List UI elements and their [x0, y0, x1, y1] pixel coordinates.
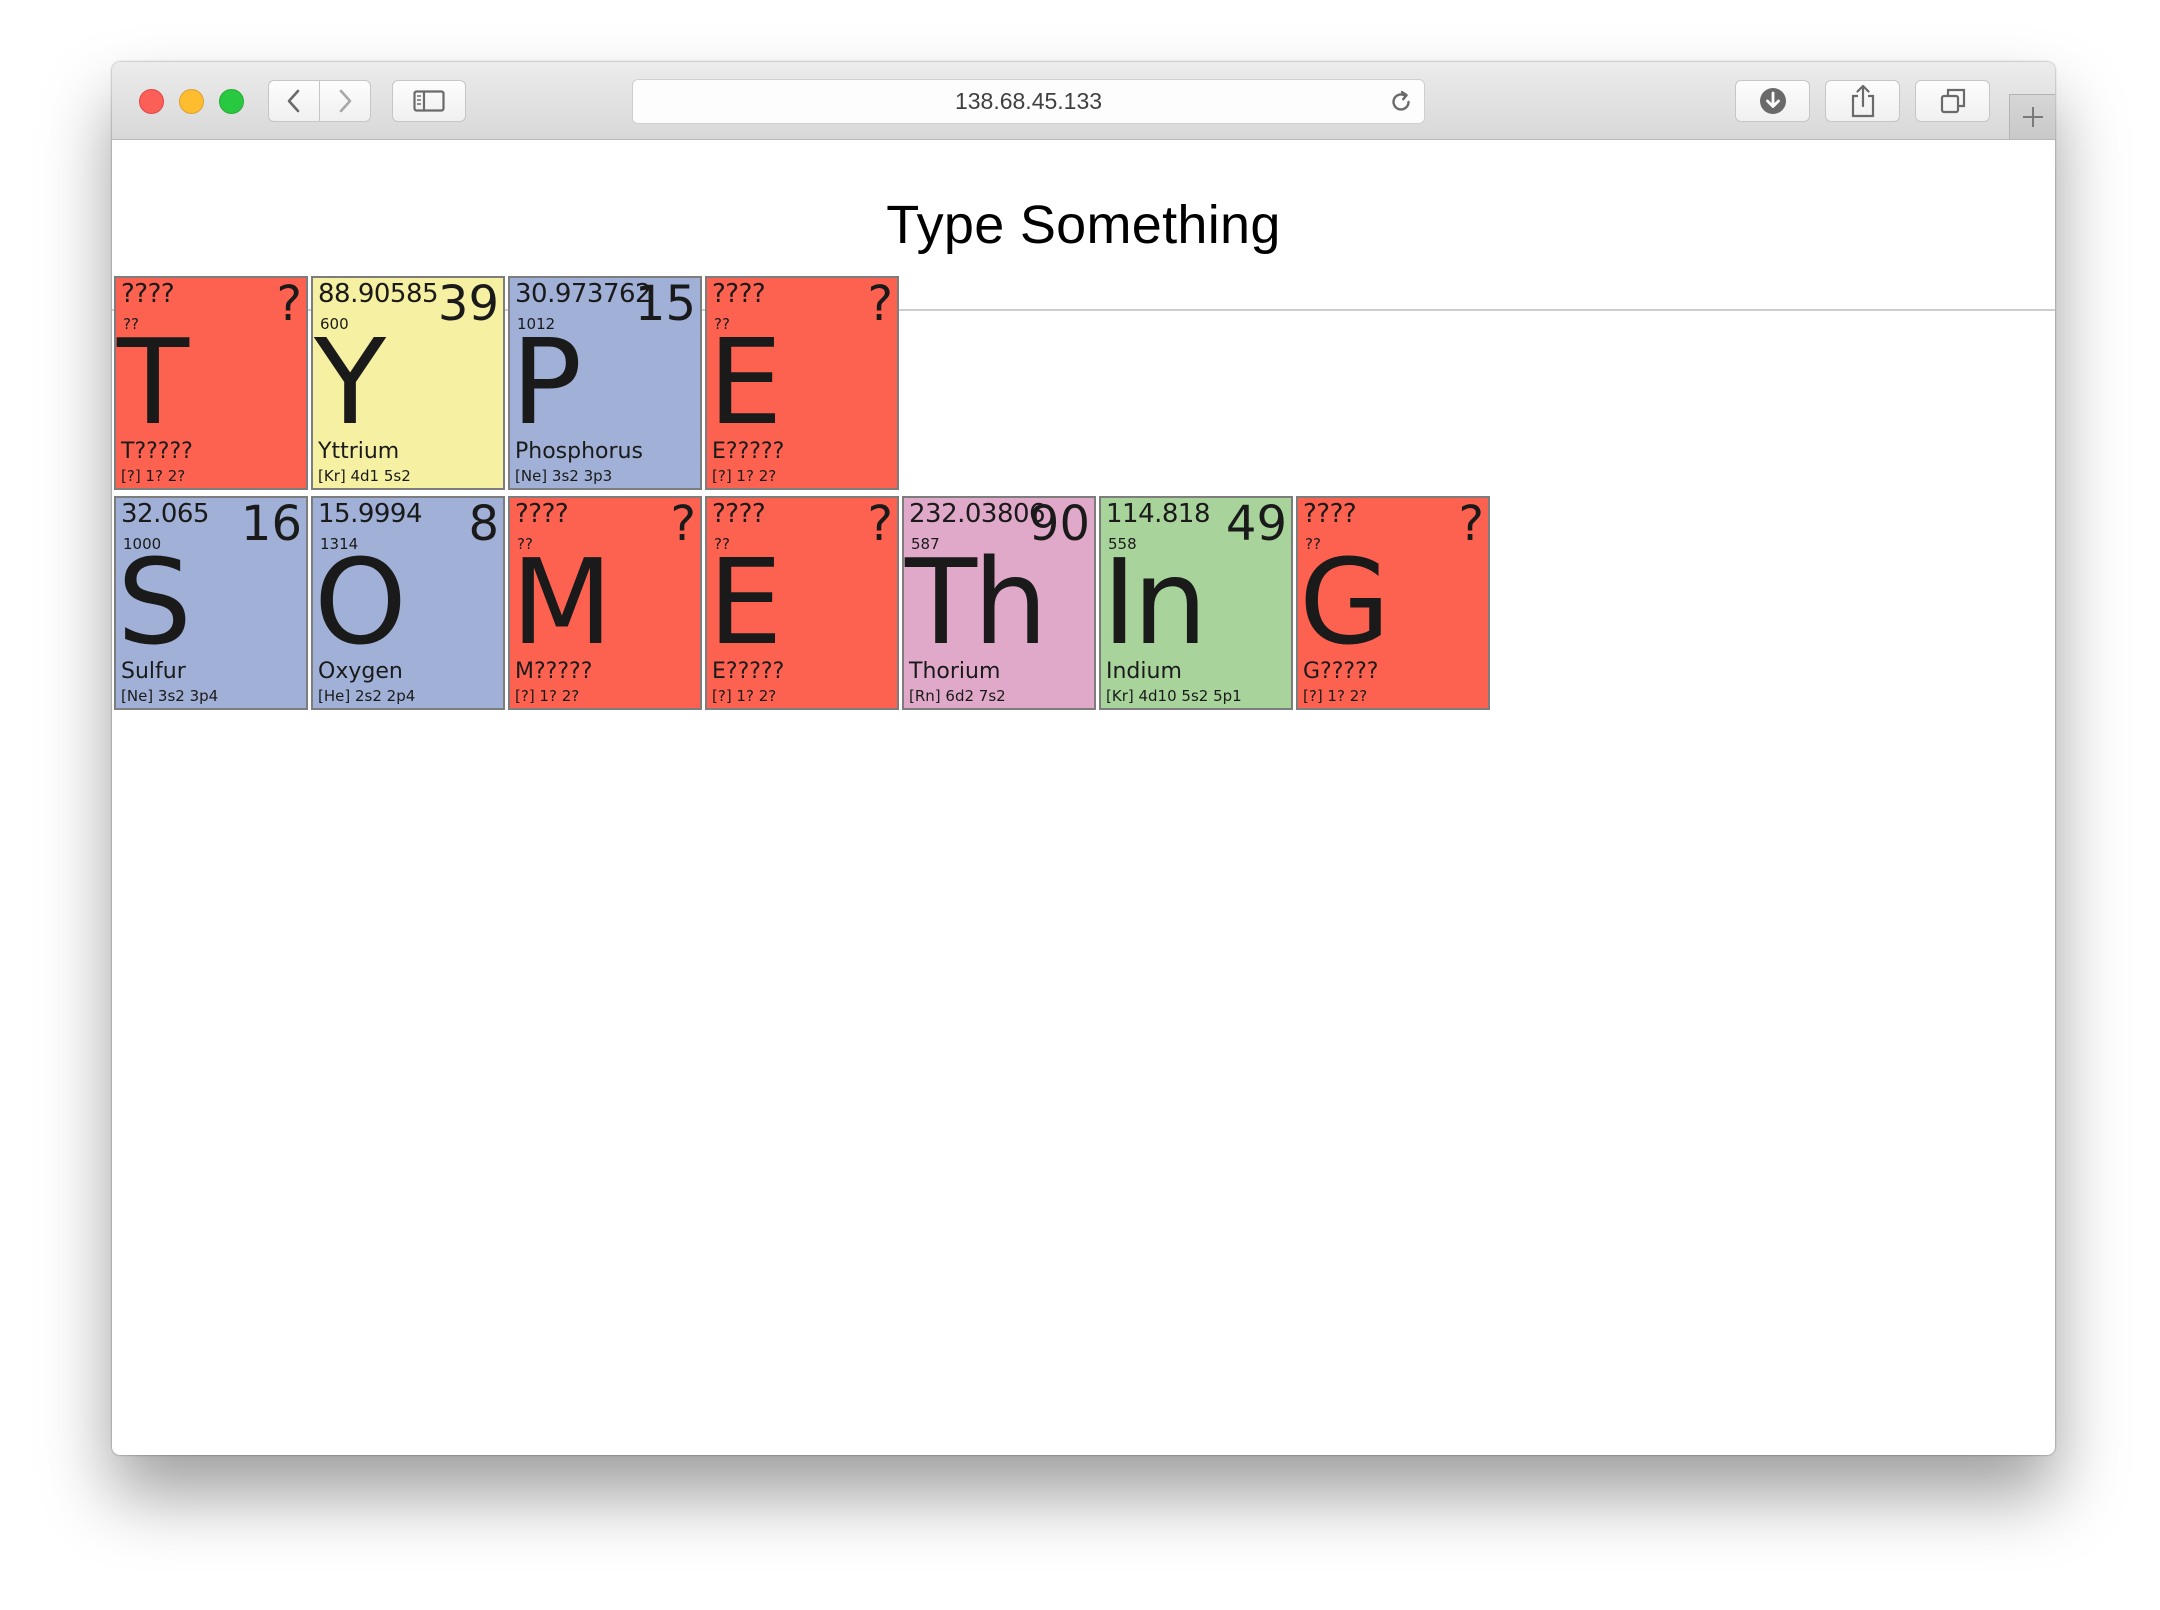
page-title: Type Something [886, 194, 1281, 255]
atomic-number: ? [1458, 496, 1484, 552]
electron-configuration: [?] 1? 2? [712, 467, 777, 485]
electron-configuration: [Ne] 3s2 3p4 [121, 687, 219, 705]
atomic-number: 16 [240, 496, 302, 552]
atomic-mass: ???? [121, 279, 175, 309]
electron-configuration: [Kr] 4d10 5s2 5p1 [1106, 687, 1242, 705]
electron-configuration: [Ne] 3s2 3p3 [515, 467, 613, 485]
element-row: 32.065 16 1000 S Sulfur [Ne] 3s2 3p4 15.9994 8 1… [114, 496, 1493, 710]
element-tile: 114.818 49 558 In Indium [Kr] 4d10 5s2 5p1 [1099, 496, 1293, 710]
back-button[interactable] [268, 80, 320, 122]
chevron-right-icon [339, 89, 352, 113]
element-name: E????? [712, 439, 785, 464]
zoom-window-button[interactable] [219, 89, 244, 114]
tabs-overview-button[interactable] [1915, 80, 1990, 122]
element-tile: ??????? E E????? [?] 1? 2? [705, 496, 899, 710]
chevron-left-icon [287, 89, 300, 113]
electron-configuration: [?] 1? 2? [515, 687, 580, 705]
element-row: ??????? T T????? [?] 1? 2? 88.90585 39 600 Y Ytt… [114, 276, 902, 490]
atomic-mass: 232.03806 [909, 499, 1046, 529]
element-symbol: P [511, 313, 582, 451]
browser-toolbar: 138.68.45.133 [112, 62, 2055, 140]
download-icon [1759, 88, 1786, 114]
element-name: T????? [121, 439, 193, 464]
share-button[interactable] [1825, 80, 1900, 122]
sidebar-button[interactable] [392, 80, 466, 122]
element-name: M????? [515, 659, 593, 684]
atomic-number: ? [670, 496, 696, 552]
element-tile: ??????? E E????? [?] 1? 2? [705, 276, 899, 490]
element-name: Sulfur [121, 659, 186, 684]
atomic-number: ? [276, 276, 302, 332]
reload-icon[interactable] [1388, 89, 1414, 121]
url-text: 138.68.45.133 [954, 88, 1103, 114]
element-symbol: E [708, 313, 783, 451]
element-symbol: M [511, 533, 613, 671]
element-tile: 30.973762 15 1012 P Phosphorus [Ne] 3s2 3p3 [508, 276, 702, 490]
atomic-mass: 30.973762 [515, 279, 652, 309]
atomic-mass: 15.9994 [318, 499, 423, 529]
downloads-button[interactable] [1735, 80, 1810, 122]
element-symbol: G [1299, 533, 1390, 671]
atomic-number: 15 [634, 276, 696, 332]
element-name: Yttrium [318, 439, 400, 464]
element-tile: 232.03806 90 587 Th Thorium [Rn] 6d2 7s2 [902, 496, 1096, 710]
element-symbol: Y [314, 313, 386, 451]
new-tab-button[interactable] [2009, 94, 2055, 139]
element-name: Oxygen [318, 659, 403, 684]
atomic-mass: ???? [515, 499, 569, 529]
element-tile: ??????? M M????? [?] 1? 2? [508, 496, 702, 710]
atomic-mass: ???? [712, 499, 766, 529]
browser-window: 138.68.45.133 Type Something ??????? T T??… [112, 62, 2055, 1455]
electron-configuration: [Rn] 6d2 7s2 [909, 687, 1006, 705]
element-name: G????? [1303, 659, 1379, 684]
atomic-mass: 32.065 [121, 499, 209, 529]
forward-button[interactable] [319, 80, 371, 122]
element-tile: ??????? T T????? [?] 1? 2? [114, 276, 308, 490]
element-tile: 15.9994 8 1314 O Oxygen [He] 2s2 2p4 [311, 496, 505, 710]
atomic-number: 8 [468, 496, 499, 552]
element-symbol: Th [905, 533, 1048, 671]
minimize-window-button[interactable] [179, 89, 204, 114]
element-tile: ??????? G G????? [?] 1? 2? [1296, 496, 1490, 710]
element-name: Indium [1106, 659, 1182, 684]
electron-configuration: [Kr] 4d1 5s2 [318, 467, 411, 485]
atomic-mass: ???? [1303, 499, 1357, 529]
element-symbol: In [1102, 533, 1208, 671]
share-icon [1851, 84, 1874, 118]
sidebar-icon [413, 90, 445, 112]
atomic-number: ? [867, 276, 893, 332]
electron-configuration: [?] 1? 2? [1303, 687, 1368, 705]
atomic-mass: 114.818 [1106, 499, 1211, 529]
element-symbol: E [708, 533, 783, 671]
atomic-mass: 88.90585 [318, 279, 439, 309]
tabs-icon [1940, 88, 1965, 114]
address-bar[interactable]: 138.68.45.133 [632, 79, 1425, 124]
plus-icon [2022, 107, 2043, 127]
atomic-mass: ???? [712, 279, 766, 309]
atomic-number: 49 [1225, 496, 1287, 552]
element-name: Thorium [909, 659, 1001, 684]
element-symbol: O [314, 533, 407, 671]
electron-configuration: [?] 1? 2? [121, 467, 186, 485]
element-tile: 88.90585 39 600 Y Yttrium [Kr] 4d1 5s2 [311, 276, 505, 490]
element-symbol: S [117, 533, 192, 671]
element-name: Phosphorus [515, 439, 643, 464]
close-window-button[interactable] [139, 89, 164, 114]
atomic-number: 39 [437, 276, 499, 332]
element-tile: 32.065 16 1000 S Sulfur [Ne] 3s2 3p4 [114, 496, 308, 710]
electron-configuration: [He] 2s2 2p4 [318, 687, 416, 705]
electron-configuration: [?] 1? 2? [712, 687, 777, 705]
element-name: E????? [712, 659, 785, 684]
element-symbol: T [117, 313, 189, 451]
atomic-number: ? [867, 496, 893, 552]
